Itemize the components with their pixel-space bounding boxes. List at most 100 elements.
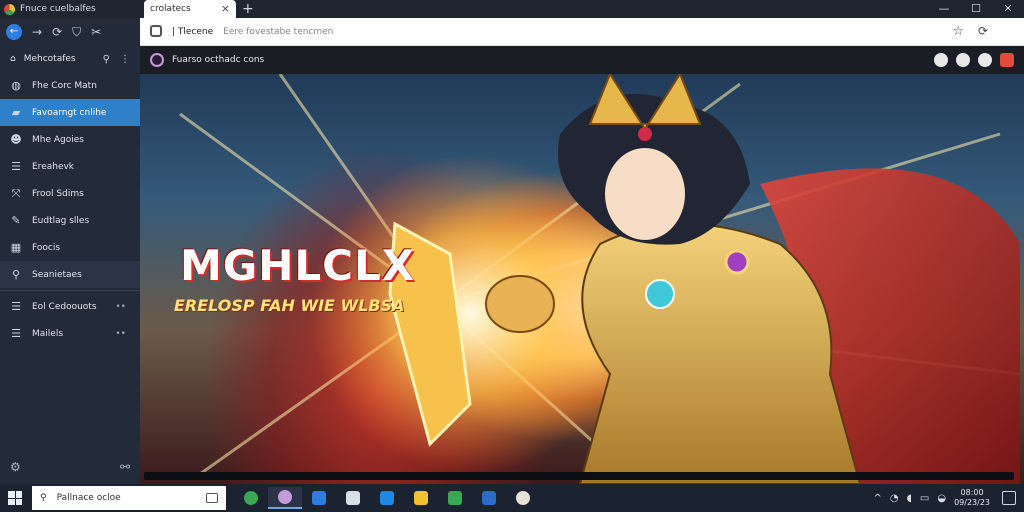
character-fist <box>485 275 555 333</box>
sidebar-item-4[interactable]: ☰ Ereahevk <box>0 153 140 180</box>
clock[interactable]: 08:00 09/23/23 <box>954 488 990 508</box>
forward-icon[interactable]: → <box>32 25 42 39</box>
site-actions <box>934 53 1014 67</box>
taskbar-app-7[interactable] <box>438 487 472 509</box>
sidebar-item-5[interactable]: ⤧ Frool Sdims <box>0 180 140 207</box>
address-bar[interactable]: | Tlecene Eere fovestabe tencmen <box>172 23 972 41</box>
settings-icon[interactable] <box>956 53 970 67</box>
share-icon: ⤧ <box>11 186 21 200</box>
clock-time: 08:00 <box>960 488 984 497</box>
sidebar-item-6[interactable]: ✎ Eudtlag slles <box>0 207 140 234</box>
search-icon[interactable]: ⚲ <box>103 54 110 65</box>
site-name[interactable]: Fuarso octhadc cons <box>172 55 264 65</box>
close-window-button[interactable]: ✕ <box>992 0 1024 18</box>
sidebar-footer: ⚙ ⚯ <box>10 460 130 474</box>
tab-active[interactable]: crolatecs × <box>144 0 236 18</box>
taskbar: ⚲ Pallnace ocloe ^ ◔ ◖ ▭ ◒ 08:00 09/23/2… <box>0 484 1024 512</box>
close-tab-icon[interactable]: × <box>221 2 230 15</box>
maximize-button[interactable]: ☐ <box>960 0 992 18</box>
horizontal-scrollbar[interactable] <box>144 472 1014 480</box>
sidebar-item-label: Foocis <box>32 242 61 253</box>
sidebar-item-label: Mailels <box>32 328 64 339</box>
helmet-gem <box>638 127 652 141</box>
sidebar: ← → ⟳ ⛉ ✂ ⌂ Mehcotafes ⚲ ⋮ ◍ Fhe Corc Ma… <box>0 18 140 484</box>
sidebar-item-9[interactable]: ☰ Mailels •• <box>0 320 140 347</box>
battery-icon[interactable]: ▭ <box>920 493 929 504</box>
taskbar-search[interactable]: ⚲ Pallnace ocloe <box>32 486 226 510</box>
site-logo-icon[interactable] <box>150 53 164 67</box>
globe-icon: ◍ <box>11 79 21 92</box>
user-icon[interactable] <box>934 53 948 67</box>
app-icon <box>516 491 530 505</box>
start-button[interactable] <box>8 491 22 505</box>
network-icon[interactable]: ◔ <box>890 493 899 504</box>
sidebar-item-8[interactable]: ☰ Eol Cedoouots •• <box>0 293 140 320</box>
new-tab-button[interactable]: + <box>242 0 254 18</box>
chest-gem <box>645 279 675 309</box>
settings-icon[interactable]: ⚙ <box>10 460 21 474</box>
folder-icon <box>414 491 428 505</box>
list-icon: ☰ <box>11 300 21 313</box>
folder-icon: ▰ <box>11 106 21 119</box>
taskbar-apps <box>234 487 540 509</box>
more-icon[interactable]: •• <box>115 302 126 312</box>
shoulder-gem <box>724 249 750 275</box>
refresh-icon[interactable]: ⟳ <box>52 25 62 39</box>
search-icon: ⚲ <box>40 493 47 503</box>
star-icon[interactable]: ☆ <box>952 24 964 39</box>
site-header: Fuarso octhadc cons <box>140 46 1024 74</box>
search-icon: ⚲ <box>11 268 21 281</box>
windows-logo-icon <box>8 491 15 498</box>
list-icon: ☰ <box>11 327 21 340</box>
taskbar-app-1[interactable] <box>234 487 268 509</box>
taskbar-app-8[interactable] <box>472 487 506 509</box>
pin-icon: ✎ <box>11 214 21 227</box>
refresh-icon[interactable]: ⟳ <box>978 24 988 38</box>
system-tray: ^ ◔ ◖ ▭ ◒ 08:00 09/23/23 <box>873 484 990 512</box>
sidebar-divider <box>0 290 140 291</box>
mobile-icon[interactable] <box>978 53 992 67</box>
url-host: | Tlecene <box>172 27 214 37</box>
notification-icon[interactable] <box>1002 491 1016 505</box>
chevron-up-icon[interactable]: ^ <box>873 493 881 504</box>
sidebar-nav: ← → ⟳ ⛉ ✂ <box>0 18 140 46</box>
more-icon[interactable]: •• <box>115 329 126 339</box>
sidebar-item-7[interactable]: ▦ Foocis <box>0 234 140 261</box>
taskbar-search-text: Pallnace ocloe <box>56 493 121 503</box>
sidebar-header-label: Mehcotafes <box>23 54 76 64</box>
clock-date: 09/23/23 <box>954 498 990 507</box>
sidebar-item-2[interactable]: ▰ Favoarngt cnlihe <box>0 99 140 126</box>
sidebar-item-1[interactable]: ◍ Fhe Corc Matn <box>0 72 140 99</box>
brand-icon[interactable] <box>1000 53 1014 67</box>
taskbar-app-4[interactable] <box>336 487 370 509</box>
hero-subtitle: ERELOSP FAH WIE WLBSA <box>174 296 405 315</box>
tools-icon[interactable]: ✂ <box>91 25 101 39</box>
minimize-button[interactable]: — <box>928 0 960 18</box>
taskbar-app-3[interactable] <box>302 487 336 509</box>
shield-icon[interactable]: ⛉ <box>72 25 81 40</box>
taskbar-app-5[interactable] <box>370 487 404 509</box>
taskbar-app-9[interactable] <box>506 487 540 509</box>
url-path: Eere fovestabe tencmen <box>223 27 334 37</box>
sidebar-item-3[interactable]: ☻ Mhe Agoies <box>0 126 140 153</box>
tab-title: crolatecs <box>150 4 191 14</box>
window-title-bar: Fnuce cuelbalfes crolatecs × + — ☐ ✕ <box>0 0 1024 18</box>
volume-icon[interactable]: ◖ <box>907 493 912 504</box>
camera-icon[interactable] <box>206 493 218 503</box>
hero-title: MGHLCLX <box>180 241 416 290</box>
taskbar-app-2[interactable] <box>268 487 302 509</box>
sidebar-item-label: Favoarngt cnlihe <box>32 107 107 118</box>
back-button[interactable]: ← <box>6 24 22 40</box>
sidebar-item-label: Eol Cedoouots <box>32 301 97 312</box>
more-icon[interactable]: ⋮ <box>120 54 130 65</box>
sidebar-item-label: Fhe Corc Matn <box>32 80 97 91</box>
chrome-icon <box>244 491 258 505</box>
language-icon[interactable]: ◒ <box>937 493 946 504</box>
sidebar-item-label: Ereahevk <box>32 161 75 172</box>
sidebar-tools: ⚲ ⋮ <box>103 54 130 65</box>
link-icon[interactable]: ⚯ <box>120 460 130 474</box>
sidebar-header: ⌂ Mehcotafes ⚲ ⋮ <box>0 46 140 72</box>
taskbar-app-6[interactable] <box>404 487 438 509</box>
app-title-text: Fnuce cuelbalfes <box>20 4 96 14</box>
sidebar-item-search[interactable]: ⚲ Seanietaes <box>0 261 140 288</box>
